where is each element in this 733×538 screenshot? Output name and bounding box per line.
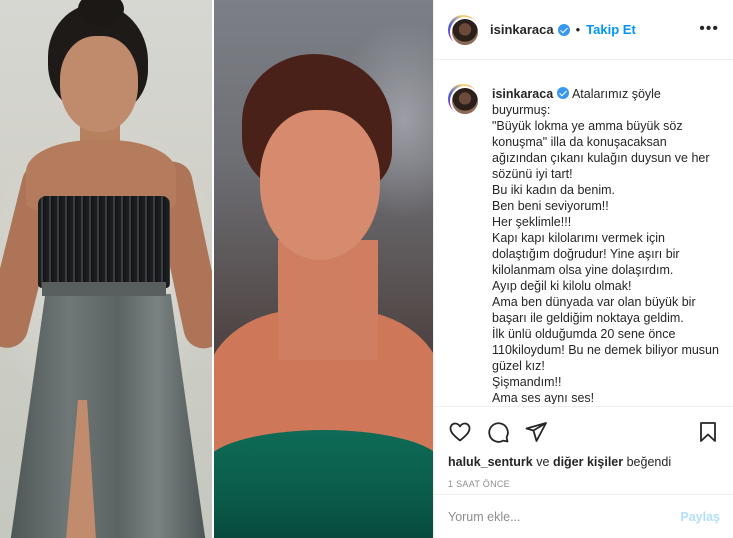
comment-input[interactable]: [448, 509, 681, 524]
post-comment-button[interactable]: Paylaş: [680, 510, 720, 524]
separator-dot: •: [575, 22, 581, 37]
caption-text: isinkaraca Atalarımız şöyle buyurmuş: "B…: [492, 86, 720, 404]
caption-line: Ben beni seviyorum!!: [492, 199, 609, 213]
header-username[interactable]: isinkaraca: [490, 22, 554, 37]
comment-icon[interactable]: [486, 420, 510, 444]
post-media[interactable]: [0, 0, 433, 538]
caption-line: Ayıp değil ki kilolu olmak!: [492, 279, 632, 293]
verified-badge-icon: [557, 23, 570, 36]
heart-icon[interactable]: [448, 420, 472, 444]
caption-row: isinkaraca Atalarımız şöyle buyurmuş: "B…: [448, 72, 720, 404]
other-likers-link[interactable]: diğer kişiler: [553, 455, 623, 469]
comment-box: Paylaş: [434, 494, 733, 538]
action-bar: haluk_senturk ve diğer kişiler beğendi 1…: [434, 406, 733, 489]
caption-avatar[interactable]: [448, 84, 480, 116]
post-header: isinkaraca • Takip Et •••: [434, 0, 733, 60]
caption-username[interactable]: isinkaraca: [492, 87, 553, 101]
caption-line: İlk ünlü olduğumda 20 sene önce 110kiloy…: [492, 327, 719, 373]
post-timestamp[interactable]: 1 SAAT ÖNCE: [448, 479, 720, 489]
follow-button[interactable]: Takip Et: [586, 22, 636, 37]
instagram-post: isinkaraca • Takip Et ••• isinkaraca Ata…: [0, 0, 733, 538]
paper-plane-icon[interactable]: [524, 420, 548, 444]
caption-area[interactable]: isinkaraca Atalarımız şöyle buyurmuş: "B…: [434, 72, 733, 404]
caption-line: Bu iki kadın da benim.: [492, 183, 615, 197]
post-side-panel: isinkaraca • Takip Et ••• isinkaraca Ata…: [433, 0, 733, 538]
avatar[interactable]: [448, 14, 480, 47]
caption-line: Şişmandım!!: [492, 375, 562, 389]
caption-line: Her şeklimle!!!: [492, 215, 572, 229]
caption-line: Ama ses aynı ses!: [492, 391, 595, 404]
caption-line: "Büyük lokma ye amma büyük söz konuşma" …: [492, 119, 710, 181]
likes-summary: haluk_senturk ve diğer kişiler beğendi: [448, 455, 720, 469]
more-options-icon[interactable]: •••: [699, 20, 719, 38]
caption-line: Kapı kapı kilolarımı vermek için dolaştı…: [492, 231, 680, 277]
liker-username[interactable]: haluk_senturk: [448, 455, 533, 469]
action-icons: [448, 415, 720, 449]
photo-right: [214, 0, 433, 538]
photo-left: [0, 0, 212, 538]
caption-line: Ama ben dünyada var olan büyük bir başar…: [492, 295, 696, 325]
likes-connector: ve: [536, 455, 550, 469]
caption-verified-badge-icon: [557, 87, 570, 99]
bookmark-icon[interactable]: [696, 420, 720, 444]
likes-suffix: beğendi: [626, 455, 672, 469]
